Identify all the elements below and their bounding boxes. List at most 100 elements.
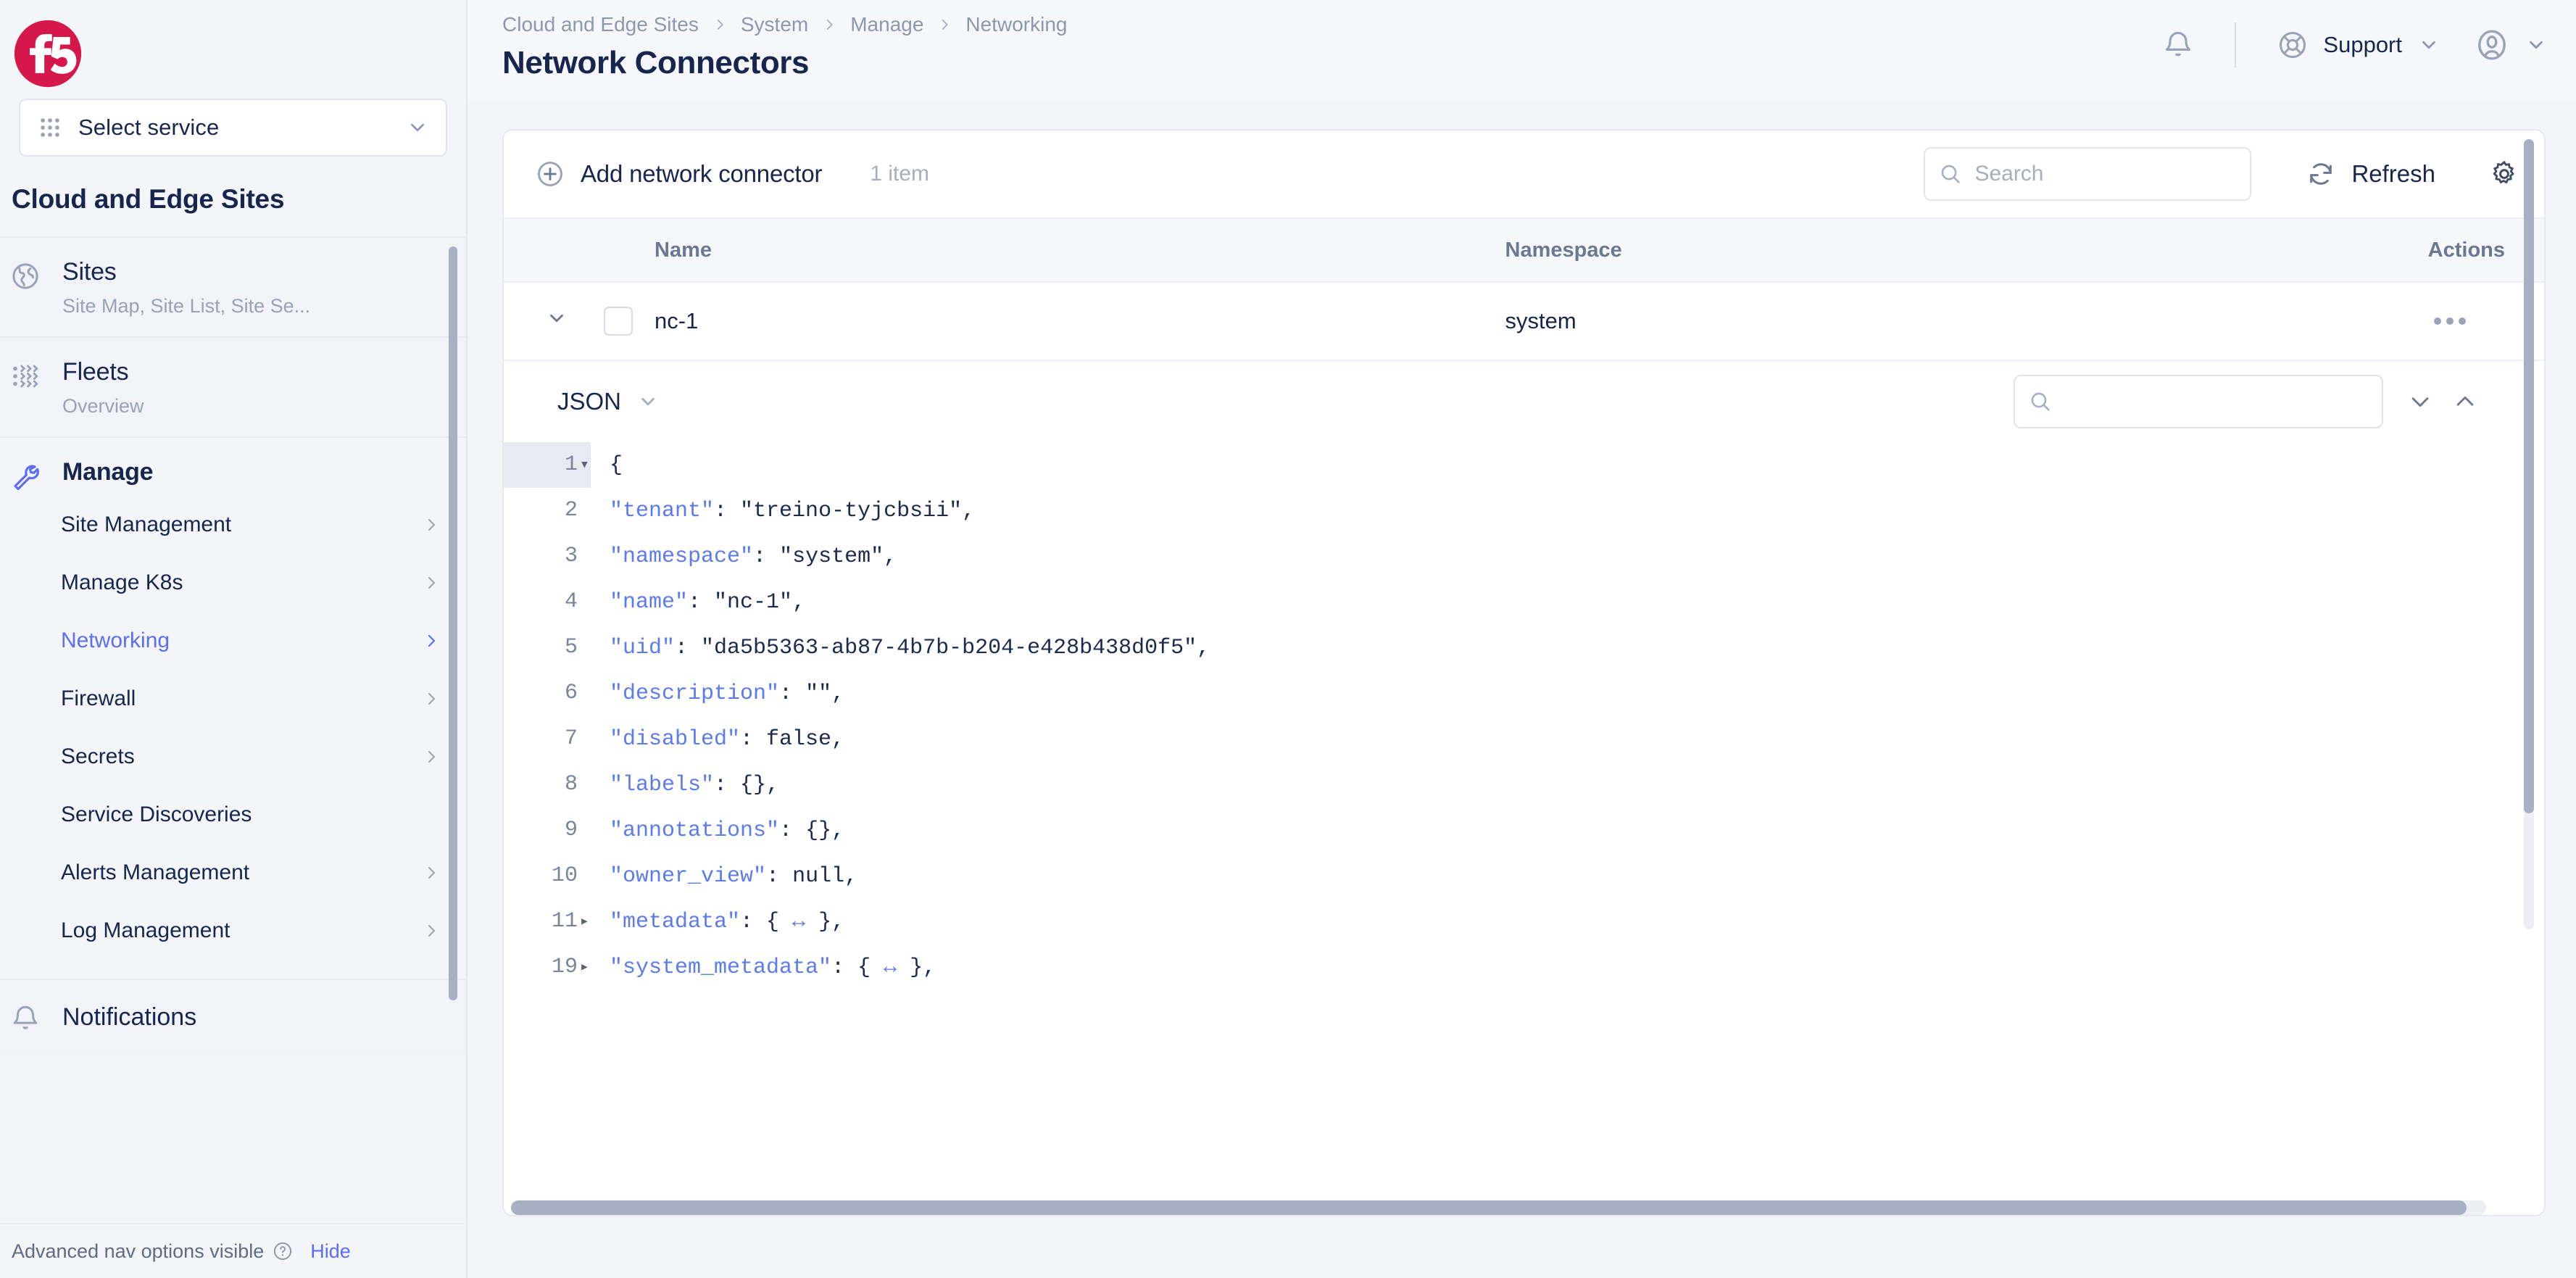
sidebar-scrollbar[interactable] bbox=[449, 246, 457, 1000]
row-checkbox-cell bbox=[585, 307, 655, 336]
json-line-text: { bbox=[591, 453, 623, 478]
chevron-right-icon bbox=[423, 516, 440, 534]
service-select[interactable]: Select service bbox=[19, 99, 447, 157]
sidebar-item-fleets[interactable]: Fleets Overview bbox=[0, 336, 466, 436]
json-line-number: 19▸ bbox=[504, 945, 591, 990]
breadcrumb-item-0[interactable]: Cloud and Edge Sites bbox=[502, 13, 699, 36]
breadcrumb-item-3[interactable]: Networking bbox=[965, 13, 1067, 36]
sidebar-item-networking[interactable]: Networking bbox=[0, 612, 466, 670]
card-vertical-scrollbar[interactable] bbox=[2524, 139, 2534, 929]
json-line-text: "uid": "da5b5363-ab87-4b7b-b204-e428b438… bbox=[591, 636, 1210, 660]
column-header-namespace[interactable]: Namespace bbox=[1505, 238, 2356, 262]
sidebar-manage-sublist: Site Management Manage K8s Networking Fi… bbox=[0, 496, 466, 960]
column-header-name[interactable]: Name bbox=[655, 238, 1505, 262]
apps-grid-icon bbox=[38, 115, 62, 140]
sidebar-item-label: Networking bbox=[61, 628, 423, 653]
search-icon bbox=[1938, 162, 1963, 186]
json-horizontal-scrollbar[interactable] bbox=[511, 1200, 2486, 1215]
chevron-up-icon[interactable] bbox=[2453, 389, 2477, 414]
json-viewer-panel: JSON bbox=[504, 361, 2544, 1215]
sidebar-item-label: Log Management bbox=[61, 918, 423, 943]
chevron-right-icon bbox=[823, 18, 836, 31]
json-viewer-toolbar: JSON bbox=[504, 361, 2544, 442]
divider bbox=[2235, 22, 2236, 67]
fold-down-icon[interactable]: ▾ bbox=[578, 442, 589, 488]
json-line-number: 10 bbox=[504, 853, 591, 899]
wrench-icon bbox=[10, 461, 41, 491]
row-name[interactable]: nc-1 bbox=[655, 308, 1505, 334]
sidebar-item-alerts-management[interactable]: Alerts Management bbox=[0, 844, 466, 902]
json-search-input[interactable] bbox=[2063, 389, 2369, 414]
row-checkbox[interactable] bbox=[604, 307, 633, 336]
support-button[interactable]: Support bbox=[2277, 29, 2440, 61]
sidebar-group-manage: Manage Site Management Manage K8s Networ… bbox=[0, 436, 466, 979]
json-line-text: "labels": {}, bbox=[591, 773, 779, 797]
row-expand-toggle[interactable] bbox=[504, 307, 585, 335]
sidebar-fleets-subtitle: Overview bbox=[62, 395, 144, 418]
chevron-right-icon bbox=[423, 922, 440, 939]
chevron-down-icon bbox=[2525, 34, 2547, 56]
user-menu-button[interactable] bbox=[2475, 28, 2547, 62]
json-line-text: "description": "", bbox=[591, 681, 844, 706]
json-line-number: 1▾ bbox=[504, 442, 591, 488]
breadcrumb-item-1[interactable]: System bbox=[741, 13, 808, 36]
json-line-text: "name": "nc-1", bbox=[591, 590, 805, 615]
sidebar-item-notifications[interactable]: Notifications bbox=[0, 979, 466, 1054]
bell-icon[interactable] bbox=[2162, 29, 2194, 61]
table-row[interactable]: nc-1 system bbox=[504, 283, 2544, 361]
sidebar-item-service-discoveries[interactable]: Service Discoveries bbox=[0, 786, 466, 844]
chevron-right-icon bbox=[423, 690, 440, 708]
lifebuoy-icon bbox=[2277, 29, 2309, 61]
search-box[interactable] bbox=[1924, 147, 2251, 201]
json-line-text: "metadata": { ↔ }, bbox=[591, 910, 844, 934]
breadcrumb-and-title: Cloud and Edge Sites System Manage Netwo… bbox=[468, 0, 2122, 81]
sidebar-item-sites[interactable]: Sites Site Map, Site List, Site Se... bbox=[0, 236, 466, 336]
content-area: Add network connector 1 item bbox=[468, 100, 2576, 1278]
column-header-actions: Actions bbox=[2356, 238, 2544, 262]
json-code-line: 3"namespace": "system", bbox=[504, 534, 2544, 579]
sidebar-item-site-management[interactable]: Site Management bbox=[0, 496, 466, 554]
advanced-nav-text: Advanced nav options visible bbox=[12, 1240, 264, 1263]
add-network-connector-button[interactable]: Add network connector bbox=[536, 159, 822, 188]
search-input[interactable] bbox=[1974, 162, 2237, 186]
sidebar-item-log-management[interactable]: Log Management bbox=[0, 902, 466, 960]
sidebar-manage-title: Manage bbox=[62, 458, 153, 486]
fold-right-icon[interactable]: ▸ bbox=[578, 899, 589, 945]
breadcrumb-item-2[interactable]: Manage bbox=[850, 13, 923, 36]
json-line-number: 4 bbox=[504, 579, 591, 625]
json-code-line: 4"name": "nc-1", bbox=[504, 579, 2544, 625]
json-line-text: "tenant": "treino-tyjcbsii", bbox=[591, 499, 975, 523]
sidebar-item-firewall[interactable]: Firewall bbox=[0, 670, 466, 728]
json-format-select[interactable]: JSON bbox=[557, 388, 659, 415]
fold-right-icon[interactable]: ▸ bbox=[578, 945, 589, 990]
json-code-area[interactable]: 1▾{2"tenant": "treino-tyjcbsii",3"namesp… bbox=[504, 442, 2544, 1215]
json-code-line: 1▾{ bbox=[504, 442, 2544, 488]
f5-logo-icon bbox=[13, 19, 83, 88]
sidebar-item-manage[interactable]: Manage bbox=[0, 454, 466, 491]
json-code-line: 8"labels": {}, bbox=[504, 762, 2544, 808]
sidebar-sites-subtitle: Site Map, Site List, Site Se... bbox=[62, 295, 310, 318]
hide-link[interactable]: Hide bbox=[310, 1240, 351, 1263]
question-circle-icon[interactable] bbox=[273, 1241, 293, 1261]
sidebar-item-label: Manage K8s bbox=[61, 570, 423, 595]
sidebar-fleets-title: Fleets bbox=[62, 358, 144, 386]
row-actions-menu-button[interactable] bbox=[2356, 318, 2505, 325]
card-toolbar: Add network connector 1 item bbox=[504, 130, 2544, 217]
settings-button[interactable] bbox=[2489, 159, 2519, 189]
main-area: Cloud and Edge Sites System Manage Netwo… bbox=[468, 0, 2576, 1278]
sidebar-item-manage-k8s[interactable]: Manage K8s bbox=[0, 554, 466, 612]
refresh-icon bbox=[2306, 159, 2335, 188]
json-code-line: 19▸"system_metadata": { ↔ }, bbox=[504, 945, 2544, 990]
support-label: Support bbox=[2323, 32, 2402, 58]
json-line-text: "disabled": false, bbox=[591, 727, 844, 752]
chevron-right-icon bbox=[938, 18, 951, 31]
json-search-box[interactable] bbox=[2014, 375, 2383, 428]
refresh-button[interactable]: Refresh bbox=[2306, 159, 2435, 188]
row-namespace: system bbox=[1505, 308, 2356, 334]
sidebar-item-label: Service Discoveries bbox=[61, 802, 440, 827]
sidebar-item-secrets[interactable]: Secrets bbox=[0, 728, 466, 786]
f5-logo[interactable] bbox=[0, 0, 466, 99]
sidebar-item-label: Secrets bbox=[61, 744, 423, 769]
chevron-down-icon[interactable] bbox=[2408, 389, 2432, 414]
chevron-right-icon bbox=[423, 748, 440, 765]
